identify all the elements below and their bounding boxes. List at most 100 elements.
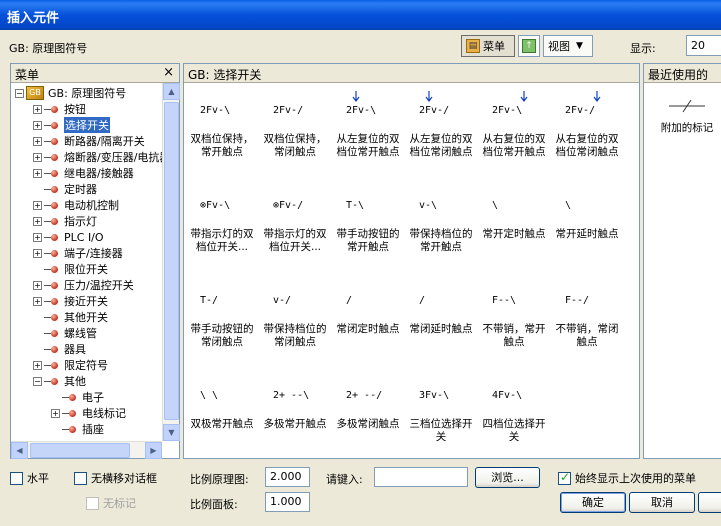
tree-vertical-scrollbar[interactable]: ▲ ▼ bbox=[162, 83, 180, 441]
expand-icon[interactable]: + bbox=[33, 216, 42, 226]
expand-icon[interactable]: + bbox=[33, 120, 42, 130]
symbol-item[interactable]: ⊗Fv-/ 带指示灯的双档位开关... bbox=[259, 180, 331, 268]
tree-item[interactable]: + 电动机控制 bbox=[11, 197, 162, 213]
expand-icon[interactable]: + bbox=[33, 168, 42, 178]
tree-item[interactable]: + 端子/连接器 bbox=[11, 245, 162, 261]
tree-root[interactable]: − GB GB: 原理图符号 bbox=[11, 85, 162, 101]
symbol-item[interactable]: T-/ 带手动按钮的常闭触点 bbox=[186, 275, 258, 363]
tree-item[interactable]: + 接近开关 bbox=[11, 293, 162, 309]
menu-button[interactable]: ▤ 菜单 bbox=[461, 35, 515, 57]
scroll-thumb[interactable] bbox=[164, 102, 179, 420]
tree-item[interactable]: + 熔断器/变压器/电抗器 bbox=[11, 149, 162, 165]
tree-item[interactable]: + 选择开关 bbox=[11, 117, 162, 133]
symbol-item[interactable]: 2Fv-\ 从左复位的双档位常开触点 bbox=[332, 85, 404, 173]
expand-icon[interactable]: + bbox=[33, 248, 42, 258]
tree-horizontal-scrollbar[interactable]: ◀ ▶ bbox=[11, 441, 162, 459]
tree-item[interactable]: 螺线管 bbox=[11, 325, 162, 341]
checkbox-box[interactable] bbox=[74, 471, 87, 485]
display-label: 显示: bbox=[630, 42, 656, 55]
scroll-up-icon[interactable]: ▲ bbox=[163, 83, 180, 100]
cancel-button[interactable]: 取消 bbox=[629, 492, 695, 513]
browse-button[interactable]: 浏览... bbox=[475, 467, 540, 488]
close-icon[interactable]: × bbox=[163, 65, 174, 80]
expand-icon[interactable]: + bbox=[51, 408, 60, 418]
tree-item[interactable]: 插座 bbox=[11, 421, 162, 437]
recent-item-label: 附加的标记 bbox=[660, 122, 714, 134]
tree-item-label: 器具 bbox=[64, 343, 86, 356]
expand-icon[interactable]: + bbox=[33, 280, 42, 290]
scroll-right-icon[interactable]: ▶ bbox=[145, 442, 162, 459]
type-input[interactable] bbox=[374, 467, 468, 487]
collapse-icon[interactable]: − bbox=[33, 376, 42, 386]
h-scroll-thumb[interactable] bbox=[30, 443, 130, 458]
checkbox-box[interactable] bbox=[10, 471, 23, 485]
symbol-item[interactable]: ⊗Fv-\ 带指示灯的双档位开关... bbox=[186, 180, 258, 268]
symbol-item[interactable]: F--\ 不带销，常开触点 bbox=[478, 275, 550, 363]
symbols-panel: GB: 选择开关 2Fv-\ 双档位保持，常开触点 2Fv-/双档位保持，常闭触点 2… bbox=[183, 63, 640, 459]
show-recent-checkbox[interactable]: 始终显示上次使用的菜单 bbox=[558, 470, 696, 486]
symbol-item[interactable]: 2+ --/ 多极常闭触点 bbox=[332, 370, 404, 458]
symbol-glyph: ⊗Fv-\ bbox=[200, 200, 230, 211]
symbol-item[interactable]: / 常闭定时触点 bbox=[332, 275, 404, 363]
tree-item[interactable]: + 继电器/接触器 bbox=[11, 165, 162, 181]
ok-button[interactable]: 确定 bbox=[560, 492, 626, 513]
tree-node-icon bbox=[44, 265, 60, 274]
no-dialog-checkbox[interactable]: 无横移对话框 bbox=[74, 470, 157, 486]
symbol-item[interactable]: 2Fv-\ 从右复位的双档位常开触点 bbox=[478, 85, 550, 173]
expand-icon[interactable]: + bbox=[33, 104, 42, 114]
expand-icon[interactable]: + bbox=[33, 200, 42, 210]
tree-item[interactable]: 器具 bbox=[11, 341, 162, 357]
tree-item[interactable]: 其他开关 bbox=[11, 309, 162, 325]
menu-tree[interactable]: − GB GB: 原理图符号 + 按钮 + 选择开关 + 断路器/隔离开关 + 熔断器/变压器… bbox=[11, 83, 162, 441]
symbol-item[interactable]: v-\ 带保持档位的常开触点 bbox=[405, 180, 477, 268]
tree-item[interactable]: 定时器 bbox=[11, 181, 162, 197]
symbol-item[interactable]: 3Fv-\ 三档位选择开关 bbox=[405, 370, 477, 458]
scroll-down-icon[interactable]: ▼ bbox=[163, 424, 180, 441]
display-count-input[interactable]: 20 bbox=[686, 35, 721, 56]
expand-icon[interactable]: + bbox=[33, 360, 42, 370]
checkbox-box[interactable] bbox=[558, 470, 571, 485]
tree-item[interactable]: + 按钮 bbox=[11, 101, 162, 117]
expand-icon[interactable]: + bbox=[33, 152, 42, 162]
tree-item-label: 继电器/接触器 bbox=[64, 167, 134, 180]
symbol-item[interactable]: \ 常开定时触点 bbox=[478, 180, 550, 268]
symbol-item[interactable]: 2Fv-\ 双档位保持，常开触点 bbox=[186, 85, 258, 173]
expand-icon[interactable]: + bbox=[33, 296, 42, 306]
tree-item[interactable]: + 压力/温控开关 bbox=[11, 277, 162, 293]
symbol-item[interactable]: 2Fv-/ 双档位保持，常闭触点 bbox=[259, 85, 331, 173]
symbol-label: 常闭定时触点 bbox=[336, 323, 400, 335]
tree-item[interactable]: + 断路器/隔离开关 bbox=[11, 133, 162, 149]
collapse-icon[interactable]: − bbox=[15, 88, 24, 98]
tree-item[interactable]: + 电线标记 bbox=[11, 405, 162, 421]
up-level-button[interactable]: ↑ bbox=[518, 35, 540, 57]
tree-item[interactable]: 电子 bbox=[11, 389, 162, 405]
symbol-item[interactable]: 2Fv-/ 从右复位的双档位常闭触点 bbox=[551, 85, 623, 173]
scale-panel-input[interactable]: 1.000 bbox=[265, 492, 310, 512]
symbol-item[interactable]: F--/ 不带销，常闭触点 bbox=[551, 275, 623, 363]
view-dropdown[interactable]: 视图 ▼ bbox=[543, 35, 593, 57]
symbol-item[interactable]: \ 常开延时触点 bbox=[551, 180, 623, 268]
tree-node-icon bbox=[44, 297, 60, 306]
symbol-item[interactable]: / 常闭延时触点 bbox=[405, 275, 477, 363]
symbol-item[interactable]: T-\ 带手动按钮的常开触点 bbox=[332, 180, 404, 268]
horizontal-checkbox[interactable]: 水平 bbox=[10, 470, 49, 486]
symbol-item[interactable]: 2+ --\ 多极常开触点 bbox=[259, 370, 331, 458]
recent-item[interactable]: 附加的标记 bbox=[652, 86, 721, 135]
tree-item[interactable]: − 其他 bbox=[11, 373, 162, 389]
help-button[interactable] bbox=[698, 492, 721, 513]
symbol-item[interactable]: 4Fv-\ 四档位选择开关 bbox=[478, 370, 550, 458]
symbol-item[interactable]: 2Fv-/ 从左复位的双档位常闭触点 bbox=[405, 85, 477, 173]
tree-item[interactable]: + 限定符号 bbox=[11, 357, 162, 373]
symbol-item[interactable]: v-/ 带保持档位的常闭触点 bbox=[259, 275, 331, 363]
tree-item[interactable]: + 指示灯 bbox=[11, 213, 162, 229]
tree-item[interactable]: + PLC I/O bbox=[11, 229, 162, 245]
symbol-label: 多极常开触点 bbox=[263, 418, 327, 430]
tree-item[interactable]: 限位开关 bbox=[11, 261, 162, 277]
symbol-glyph: 2Fv-\ bbox=[200, 105, 230, 116]
symbol-item[interactable]: \ \ 双极常开触点 bbox=[186, 370, 258, 458]
expand-icon[interactable]: + bbox=[33, 232, 42, 242]
expand-icon[interactable]: + bbox=[33, 136, 42, 146]
scale-schematic-input[interactable]: 2.000 bbox=[265, 467, 310, 487]
scroll-left-icon[interactable]: ◀ bbox=[11, 442, 28, 459]
tree-item-label: 螺线管 bbox=[64, 327, 97, 340]
